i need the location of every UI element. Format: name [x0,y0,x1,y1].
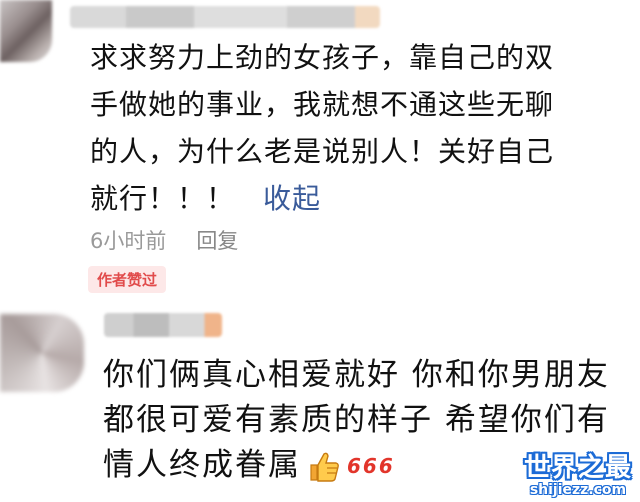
comment-line: 求求努力上劲的女孩子，靠自己的双 [90,41,555,74]
watermark-title: 世界之最 [523,453,632,483]
comment-line-text: 就行！！！ [90,182,236,215]
comment-line: 都很可爱有素质的样子 希望你们有 [103,402,610,438]
author-liked-badge: 作者赞过 [88,266,167,293]
watermark: 世界之最 shijiezz.com [524,447,632,498]
avatar[interactable] [0,0,52,62]
comment-line: 的人，为什么老是说别人！关好自己 [90,135,555,168]
comment-line: 手做她的事业，我就想不通这些无聊 [90,88,555,121]
comment-line-last: 就行！！！ 收起 [90,175,610,222]
comment-line: 你们俩真心相爱就好 你和你男朋友 [103,357,610,393]
comment-meta: 6小时前 回复 [90,225,238,255]
timestamp: 6小时前 [90,229,167,253]
username-blurred[interactable] [104,313,222,337]
avatar[interactable] [0,314,84,392]
watermark-url: shijiezz.com [529,482,627,498]
reply-button[interactable]: 回复 [196,229,238,253]
username-blurred[interactable] [70,6,380,28]
comment-line-text: 情人终成眷属 [103,447,301,483]
comment-body: 求求努力上劲的女孩子，靠自己的双 手做她的事业，我就想不通这些无聊 的人，为什么… [90,34,610,222]
666-icon: 666 [347,454,395,478]
collapse-link[interactable]: 收起 [263,182,321,215]
thumbs-up-icon [307,450,341,484]
